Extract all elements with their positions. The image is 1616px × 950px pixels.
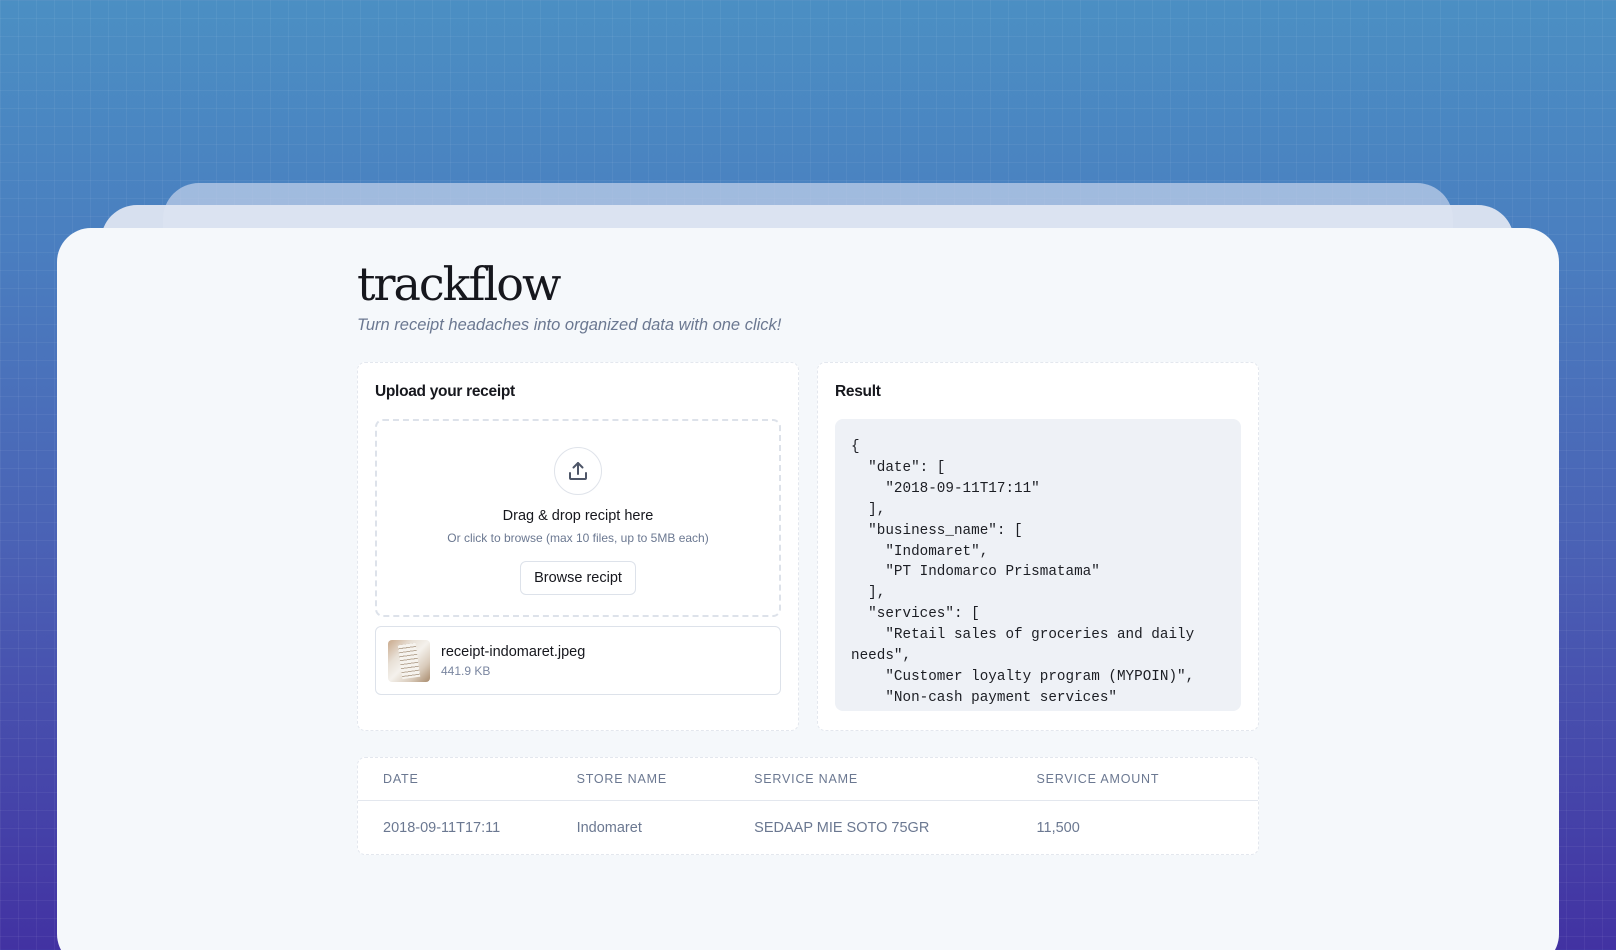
file-name: receipt-indomaret.jpeg xyxy=(441,643,586,660)
results-table: Date Store Name Service Name Service Amo… xyxy=(357,757,1259,855)
result-json-text: { "date": [ "2018-09-11T17:11" ], "busin… xyxy=(851,439,1195,706)
column-header-store-name: Store Name xyxy=(576,772,667,786)
column-header-date: Date xyxy=(383,772,419,786)
column-header-service-name: Service Name xyxy=(754,772,858,786)
dropzone-subtitle: Or click to browse (max 10 files, up to … xyxy=(447,531,709,545)
dropzone-title: Drag & drop recipt here xyxy=(502,508,654,524)
upload-icon xyxy=(554,447,602,495)
app-content: trackflow Turn receipt headaches into or… xyxy=(357,258,1259,855)
column-header-service-amount: Service Amount xyxy=(1036,772,1160,786)
cell-date: 2018-09-11T17:11 xyxy=(383,820,501,836)
tagline: Turn receipt headaches into organized da… xyxy=(357,316,782,334)
upload-panel: Upload your receipt Drag & drop recipt h… xyxy=(357,362,799,731)
file-meta: receipt-indomaret.jpeg 441.9 KB xyxy=(441,644,585,678)
result-panel: Result { "date": [ "2018-09-11T17:11" ],… xyxy=(817,362,1259,731)
cell-service-name: SEDAAP MIE SOTO 75GR xyxy=(754,820,930,836)
table-header: Date Store Name Service Name Service Amo… xyxy=(358,758,1258,801)
dropzone[interactable]: Drag & drop recipt here Or click to brow… xyxy=(375,419,781,617)
result-panel-title: Result xyxy=(835,383,881,400)
cell-store-name: Indomaret xyxy=(576,820,642,836)
file-size: 441.9 KB xyxy=(441,663,491,678)
table-row: 2018-09-11T17:11 Indomaret SEDAAP MIE SO… xyxy=(358,801,1258,855)
upload-panel-title: Upload your receipt xyxy=(375,383,515,400)
browse-receipt-button[interactable]: Browse recipt xyxy=(520,561,636,595)
result-json-box[interactable]: { "date": [ "2018-09-11T17:11" ], "busin… xyxy=(835,419,1241,711)
cell-service-amount: 11,500 xyxy=(1036,820,1080,836)
uploaded-file-item[interactable]: receipt-indomaret.jpeg 441.9 KB xyxy=(375,626,781,695)
brand-logo: trackflow xyxy=(357,257,561,311)
receipt-thumbnail xyxy=(388,639,430,682)
panels-row: Upload your receipt Drag & drop recipt h… xyxy=(357,362,1259,731)
